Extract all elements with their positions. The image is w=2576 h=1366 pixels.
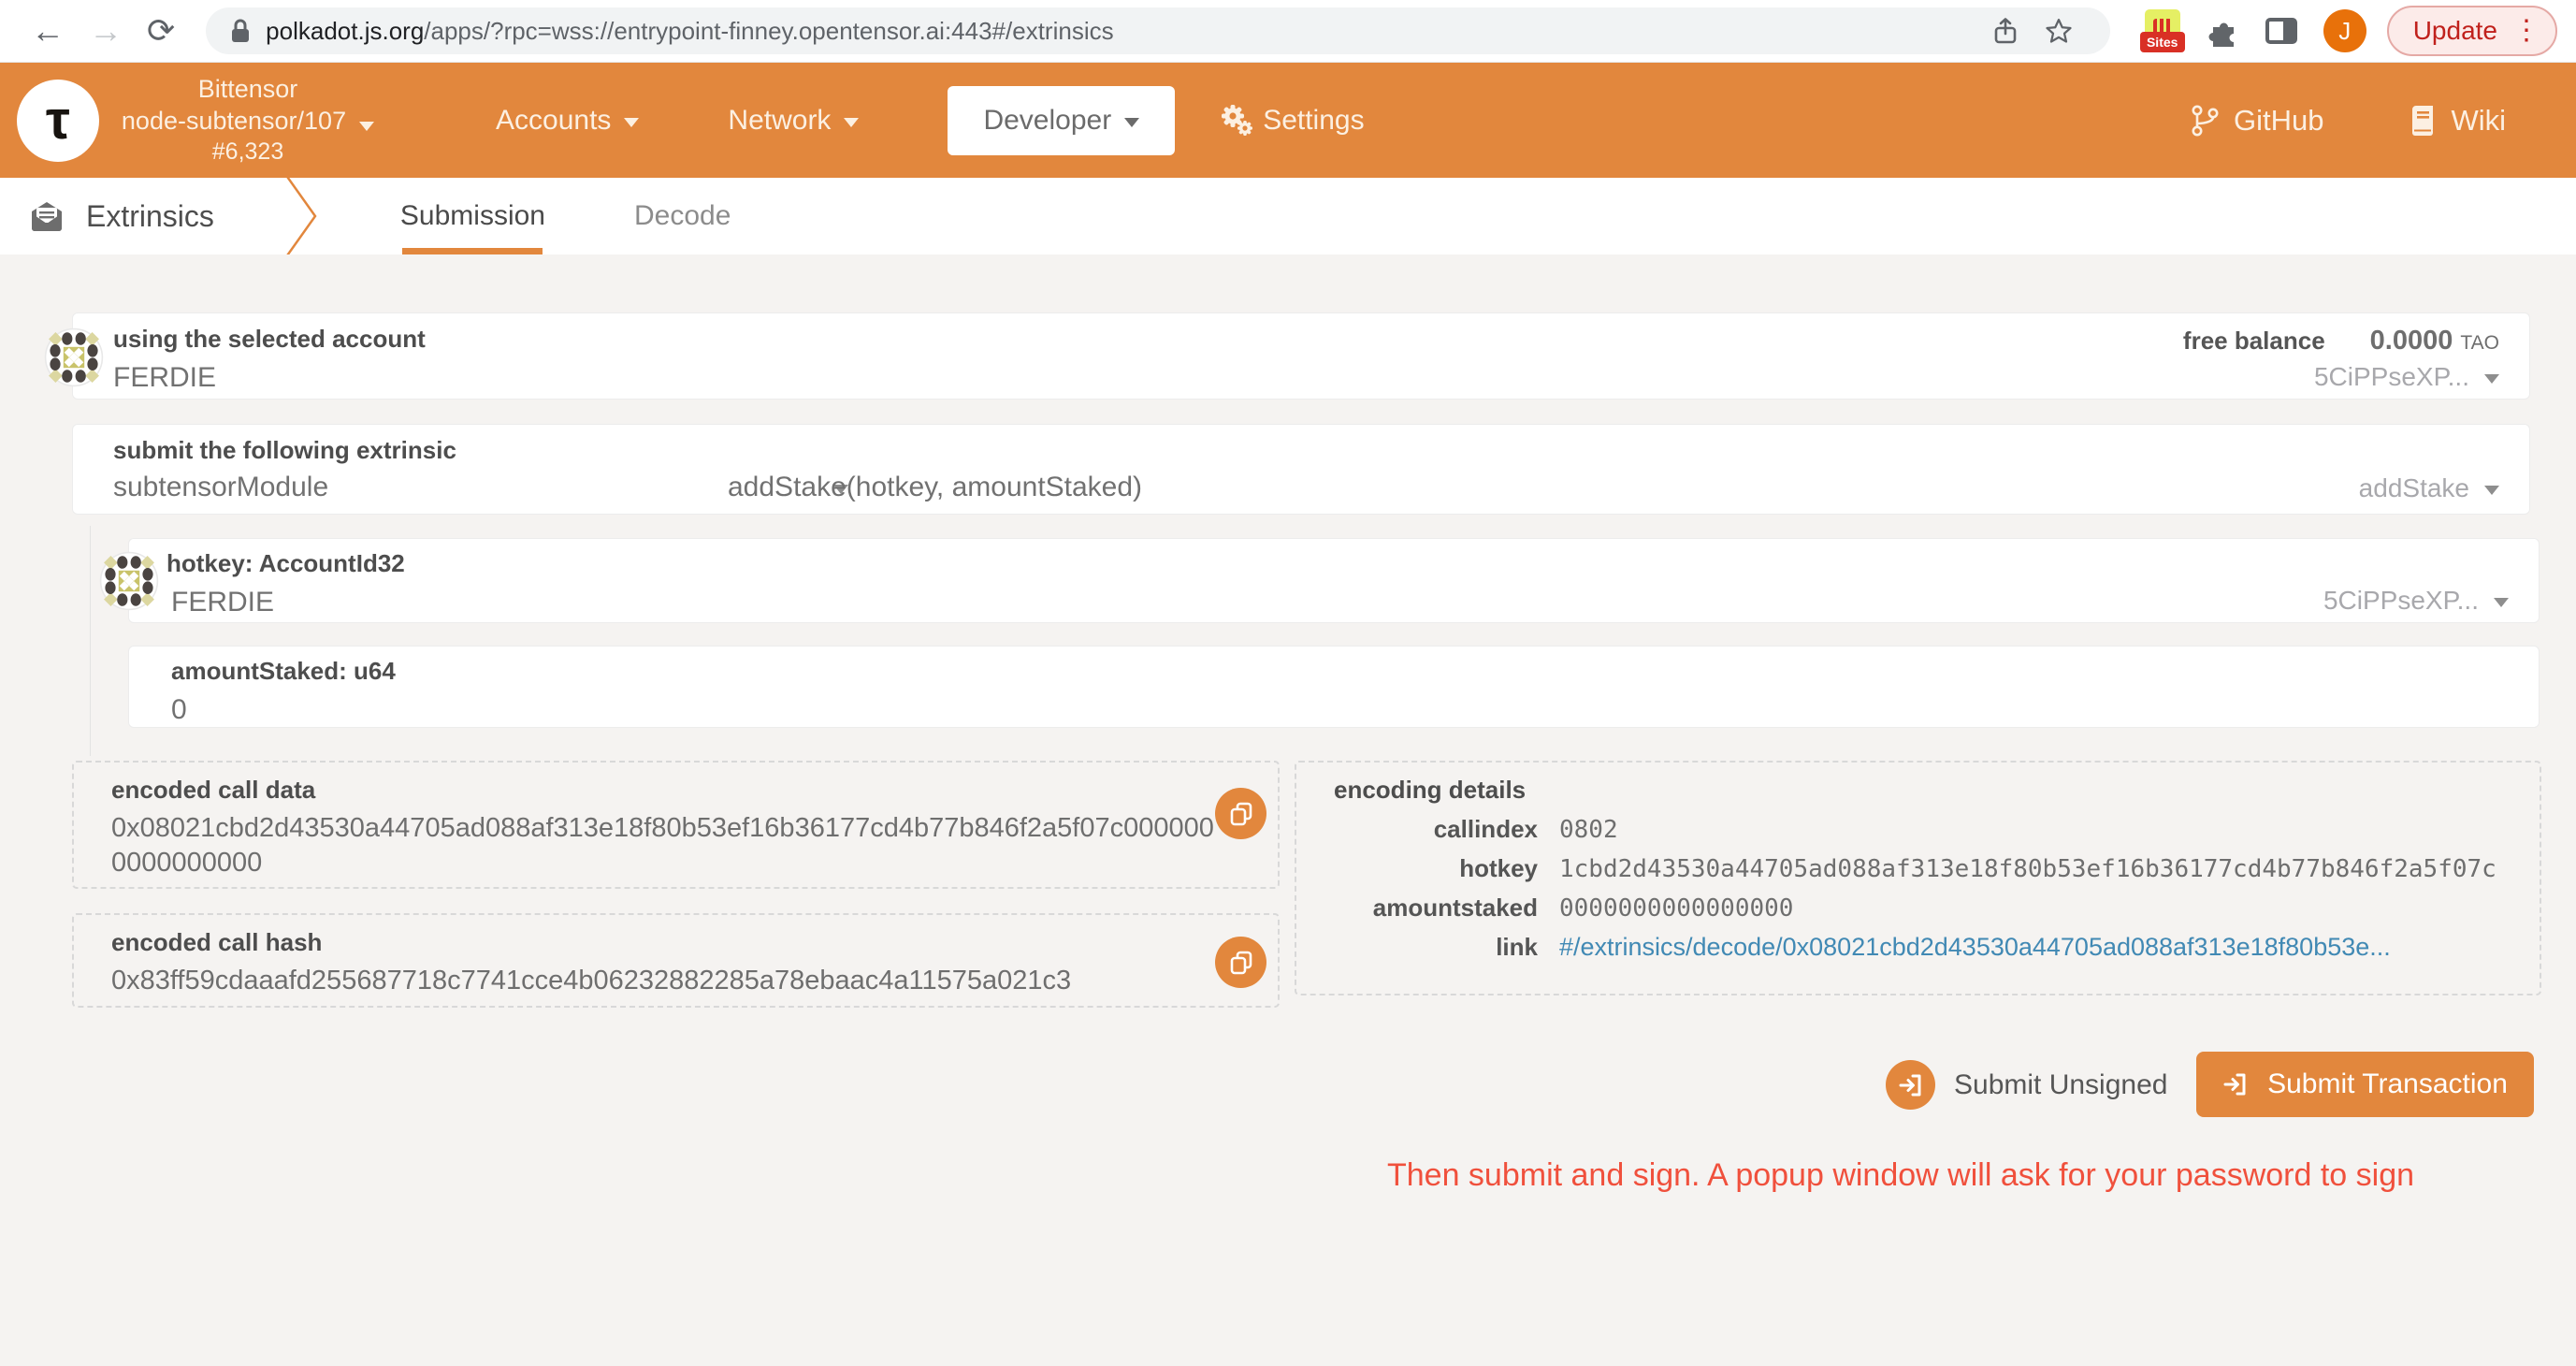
sign-in-icon xyxy=(2222,1071,2249,1097)
encoding-details-box: encoding details callindex 0802 hotkey 1… xyxy=(1295,761,2541,995)
menu-developer[interactable]: Developer xyxy=(948,86,1175,155)
encoding-details-title: encoding details xyxy=(1334,776,1526,805)
lock-icon xyxy=(230,18,251,44)
free-balance-label: free balance xyxy=(2183,327,2325,356)
sites-extension-icon[interactable]: Sites xyxy=(2140,9,2185,52)
url-path: /apps/?rpc=wss://entrypoint-finney.opent… xyxy=(424,17,1113,46)
extensions-puzzle-icon[interactable] xyxy=(2207,15,2239,47)
main-menu: Accounts Network Developer xyxy=(496,86,1454,155)
profile-avatar[interactable]: J xyxy=(2323,9,2366,52)
sign-in-icon xyxy=(1886,1060,1935,1110)
page-title: Extrinsics xyxy=(86,199,214,234)
copy-call-hash-button[interactable] xyxy=(1215,937,1266,988)
encoding-row-link: link #/extrinsics/decode/0x08021cbd2d435… xyxy=(1306,933,2522,972)
update-button[interactable]: Update ⋮ xyxy=(2387,6,2557,56)
account-identicon xyxy=(44,327,104,387)
url-bar[interactable]: polkadot.js.org/apps/?rpc=wss://entrypoi… xyxy=(206,7,2110,54)
sites-extension-art xyxy=(2145,9,2180,34)
encoded-call-hash-label: encoded call hash xyxy=(111,928,322,957)
copy-icon xyxy=(1227,800,1255,828)
wiki-link[interactable]: Wiki xyxy=(2408,104,2506,138)
instruction-note: Then submit and sign. A popup window wil… xyxy=(1295,1157,2507,1194)
submit-unsigned-button[interactable]: Submit Unsigned xyxy=(1886,1060,2167,1110)
hotkey-param-card: hotkey: AccountId32 FERDIE 5CiPPseXP... xyxy=(128,538,2540,623)
network-selector[interactable]: Bittensor node-subtensor/107 #6,323 xyxy=(112,74,384,167)
encoding-row-callindex: callindex 0802 xyxy=(1306,815,2522,854)
encoded-call-data-box: encoded call data 0x08021cbd2d43530a4470… xyxy=(72,761,1280,889)
extrinsic-section-label: submit the following extrinsic xyxy=(113,436,456,465)
chevron-down-icon xyxy=(2484,486,2499,495)
git-branch-icon xyxy=(2191,105,2219,137)
method-dropdown[interactable]: addStake xyxy=(2359,473,2499,503)
account-section-label: using the selected account xyxy=(113,325,426,354)
selected-account-card: using the selected account FERDIE free b… xyxy=(72,312,2530,400)
node-name[interactable]: node-subtensor/107 xyxy=(112,106,384,138)
menu-accounts[interactable]: Accounts xyxy=(496,105,639,137)
tab-bar: Extrinsics Submission Decode xyxy=(0,178,2576,254)
reload-icon[interactable]: ⟳ xyxy=(147,14,175,48)
encoded-call-data-label: encoded call data xyxy=(111,776,315,805)
hotkey-param-value: FERDIE xyxy=(171,587,405,618)
back-icon[interactable]: ← xyxy=(31,14,65,48)
tab-decode[interactable]: Decode xyxy=(634,178,731,254)
forward-icon[interactable]: → xyxy=(89,14,123,48)
browser-toolbar: ← → ⟳ polkadot.js.org/apps/?rpc=wss://en… xyxy=(0,0,2576,63)
chevron-down-icon xyxy=(2484,374,2499,384)
bookmark-star-icon[interactable] xyxy=(2045,17,2073,45)
extrinsic-card: submit the following extrinsic subtensor… xyxy=(72,424,2530,515)
url-domain: polkadot.js.org xyxy=(266,17,424,46)
chevron-down-icon xyxy=(2494,598,2509,607)
github-link[interactable]: GitHub xyxy=(2191,104,2323,138)
copy-icon xyxy=(1227,949,1255,977)
chevron-down-icon xyxy=(844,118,859,127)
share-icon[interactable] xyxy=(1992,17,2019,45)
browser-window: ← → ⟳ polkadot.js.org/apps/?rpc=wss://en… xyxy=(0,0,2576,1366)
chevron-down-icon xyxy=(624,118,639,127)
decode-link[interactable]: #/extrinsics/decode/0x08021cbd2d43530a44… xyxy=(1559,933,2391,962)
account-name: FERDIE xyxy=(113,362,426,394)
method-signature: addStake(hotkey, amountStaked) xyxy=(728,472,1142,503)
submit-transaction-button[interactable]: Submit Transaction xyxy=(2196,1052,2534,1117)
hotkey-identicon xyxy=(99,551,159,611)
tab-submission[interactable]: Submission xyxy=(400,178,545,254)
encoded-call-data-value: 0x08021cbd2d43530a44705ad088af313e18f80b… xyxy=(111,811,1224,880)
account-address-dropdown[interactable]: 5CiPPseXP... xyxy=(2314,362,2499,392)
chevron-down-icon xyxy=(1124,118,1139,127)
chevron-down-icon xyxy=(359,122,374,131)
free-balance-value: 0.0000 xyxy=(2370,326,2453,356)
sites-extension-label: Sites xyxy=(2140,32,2185,52)
encoded-call-hash-value: 0x83ff59cdaaafd255687718c7741cce4b062328… xyxy=(111,964,1224,998)
amount-param-label: amountStaked: u64 xyxy=(171,657,396,686)
encoded-call-hash-box: encoded call hash 0x83ff59cdaaafd2556877… xyxy=(72,913,1280,1008)
copy-call-data-button[interactable] xyxy=(1215,788,1266,839)
menu-kebab-icon[interactable]: ⋮ xyxy=(2512,17,2540,45)
sidebar-toggle-icon[interactable] xyxy=(2265,18,2297,44)
hotkey-param-label: hotkey: AccountId32 xyxy=(166,549,405,578)
update-label: Update xyxy=(2413,16,2497,46)
encoding-row-hotkey: hotkey 1cbd2d43530a44705ad088af313e18f80… xyxy=(1306,854,2522,894)
chevron-separator xyxy=(282,178,321,254)
amount-input[interactable]: 0 xyxy=(171,694,396,726)
balance-unit: TAO xyxy=(2460,332,2499,355)
hotkey-address-dropdown[interactable]: 5CiPPseXP... xyxy=(2323,586,2509,616)
bittensor-logo[interactable]: τ xyxy=(17,80,99,162)
extrinsics-envelope-icon xyxy=(28,200,65,232)
menu-settings[interactable]: Settings xyxy=(1220,104,1364,138)
chain-name: Bittensor xyxy=(112,74,384,106)
menu-network[interactable]: Network xyxy=(728,105,859,137)
block-number: #6,323 xyxy=(112,138,384,167)
book-icon xyxy=(2408,106,2436,136)
header-links: GitHub Wiki xyxy=(2191,104,2506,138)
app-header: τ Bittensor node-subtensor/107 #6,323 Ac… xyxy=(0,63,2576,178)
encoding-row-amountstaked: amountstaked 0000000000000000 xyxy=(1306,894,2522,933)
gear-icon xyxy=(1220,104,1253,138)
amount-param-card: amountStaked: u64 0 xyxy=(128,646,2540,728)
